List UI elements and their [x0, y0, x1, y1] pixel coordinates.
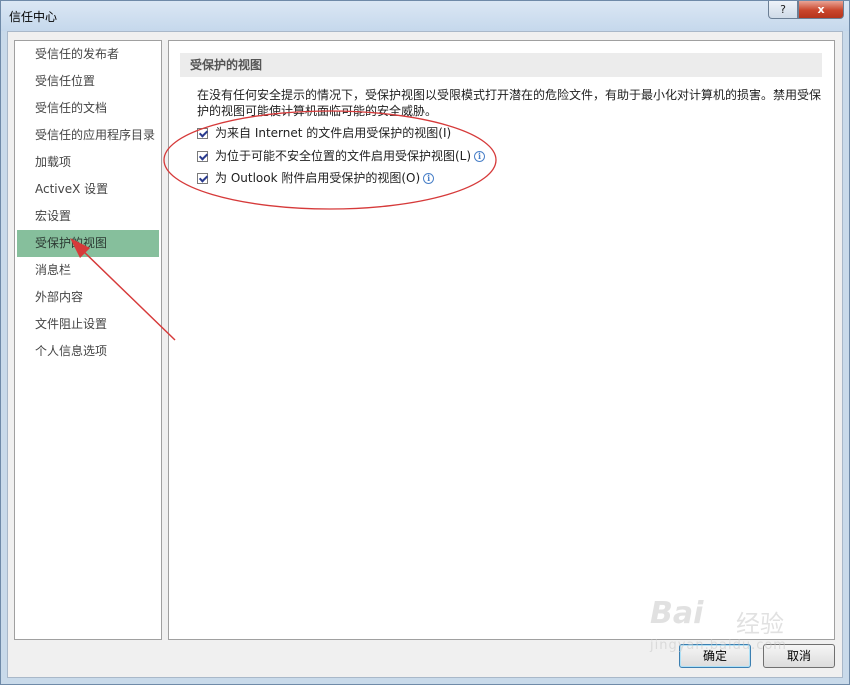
- sidebar-item-file-block-settings[interactable]: 文件阻止设置: [17, 311, 159, 338]
- sidebar-item-external-content[interactable]: 外部内容: [17, 284, 159, 311]
- option-outlook-attachments[interactable]: 为 Outlook 附件启用受保护的视图(O) i: [197, 170, 435, 186]
- trust-center-window: 信任中心 ? x 受信任的发布者 受信任位置 受信任的文档 受信任的应用程序目录…: [0, 0, 850, 685]
- sidebar-item-add-ins[interactable]: 加载项: [17, 149, 159, 176]
- checkbox-internet-files[interactable]: [197, 127, 208, 139]
- option-internet-files-label: 为来自 Internet 的文件启用受保护的视图(I): [215, 126, 452, 140]
- sidebar-item-protected-view[interactable]: 受保护的视图: [17, 230, 159, 257]
- watermark-url: jingyan.baidu.com: [650, 638, 787, 653]
- title-bar[interactable]: 信任中心 ? x: [1, 1, 849, 31]
- checkbox-unsafe-locations[interactable]: [197, 150, 208, 162]
- sidebar-item-trusted-documents[interactable]: 受信任的文档: [17, 95, 159, 122]
- sidebar-item-trusted-publishers[interactable]: 受信任的发布者: [17, 41, 159, 68]
- section-title: 受保护的视图: [180, 53, 822, 77]
- info-icon[interactable]: i: [474, 150, 486, 162]
- category-sidebar: 受信任的发布者 受信任位置 受信任的文档 受信任的应用程序目录 加载项 Acti…: [14, 40, 162, 640]
- info-icon[interactable]: i: [423, 172, 435, 184]
- watermark-logo: Bai: [650, 596, 704, 631]
- help-button[interactable]: ?: [768, 1, 798, 19]
- protected-view-panel: 受保护的视图 在没有任何安全提示的情况下，受保护视图以受限模式打开潜在的危险文件…: [168, 40, 835, 640]
- watermark: Bai 经验 jingyan.baidu.com: [650, 592, 820, 662]
- option-unsafe-locations[interactable]: 为位于可能不安全位置的文件启用受保护视图(L) i: [197, 148, 486, 164]
- sidebar-item-trusted-locations[interactable]: 受信任位置: [17, 68, 159, 95]
- checkbox-outlook-attachments[interactable]: [197, 172, 208, 184]
- sidebar-item-trusted-app-catalogs[interactable]: 受信任的应用程序目录: [17, 122, 159, 149]
- option-unsafe-locations-label: 为位于可能不安全位置的文件启用受保护视图(L): [215, 149, 472, 163]
- sidebar-item-macro-settings[interactable]: 宏设置: [17, 203, 159, 230]
- window-title: 信任中心: [9, 10, 58, 24]
- section-description: 在没有任何安全提示的情况下，受保护视图以受限模式打开潜在的危险文件，有助于最小化…: [197, 88, 822, 118]
- sidebar-item-message-bar[interactable]: 消息栏: [17, 257, 159, 284]
- sidebar-item-privacy-options[interactable]: 个人信息选项: [17, 338, 159, 365]
- close-button[interactable]: x: [798, 1, 844, 19]
- option-outlook-attachments-label: 为 Outlook 附件启用受保护的视图(O): [215, 171, 421, 185]
- sidebar-item-activex-settings[interactable]: ActiveX 设置: [17, 176, 159, 203]
- dialog-body: 受信任的发布者 受信任位置 受信任的文档 受信任的应用程序目录 加载项 Acti…: [7, 31, 843, 678]
- option-internet-files[interactable]: 为来自 Internet 的文件启用受保护的视图(I): [197, 125, 451, 141]
- watermark-text: 经验: [736, 610, 784, 638]
